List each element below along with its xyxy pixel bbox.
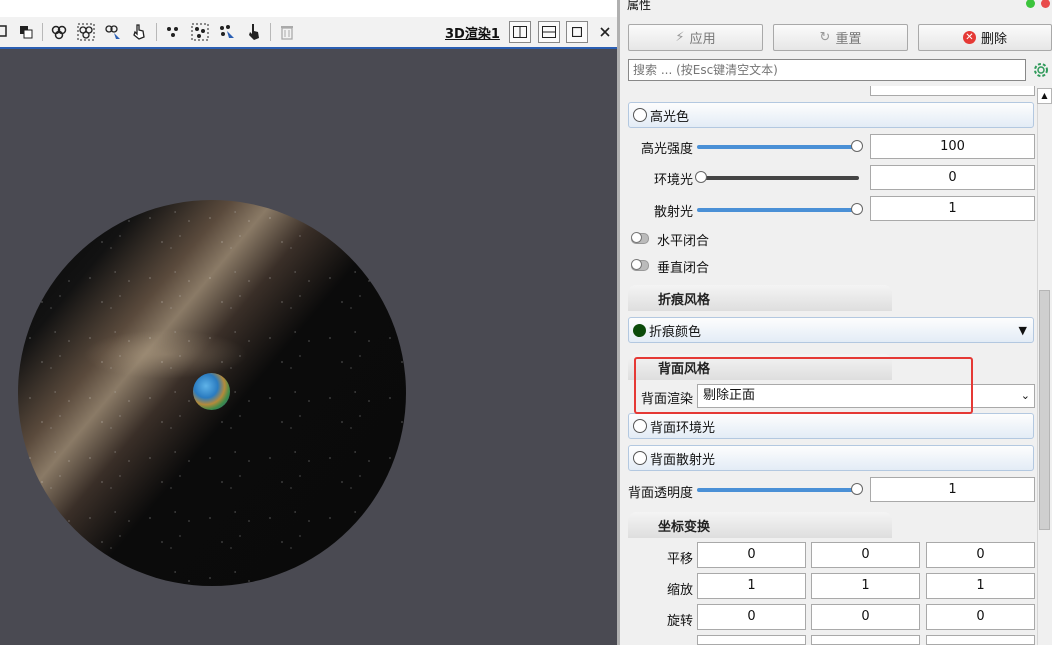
- radio-icon: [633, 451, 647, 465]
- scrollbar-thumb[interactable]: [1039, 290, 1050, 530]
- earth-globe: [193, 373, 230, 410]
- lightning-icon: ⚡: [675, 30, 685, 45]
- view-toolbar: 3D渲染1: [0, 17, 619, 49]
- reset-button[interactable]: ↻ 重置: [773, 24, 908, 51]
- back-opacity-field[interactable]: 1: [870, 477, 1035, 502]
- scale-y[interactable]: 1: [811, 573, 920, 599]
- rotate-label: 旋转: [666, 614, 693, 629]
- panel-title: 属性: [627, 0, 652, 12]
- h-closed-label: 水平闭合: [657, 234, 710, 249]
- scroll-up-icon[interactable]: ▲: [1037, 88, 1052, 104]
- select-points-icon[interactable]: [162, 21, 184, 43]
- rotate-z[interactable]: 0: [926, 604, 1035, 630]
- transform-header[interactable]: 坐标变换: [628, 512, 892, 538]
- diffuse-label: 散射光: [653, 205, 693, 220]
- slider-handle[interactable]: [851, 483, 863, 495]
- h-closed-toggle[interactable]: [631, 232, 649, 244]
- scale-x[interactable]: 1: [697, 573, 806, 599]
- translate-y[interactable]: 0: [811, 542, 920, 568]
- slider-handle[interactable]: [695, 171, 707, 183]
- copy-icon[interactable]: [15, 21, 37, 43]
- ambient-slider[interactable]: [695, 171, 859, 183]
- hover-cells-icon[interactable]: [128, 21, 150, 43]
- delete-button[interactable]: ✕ 删除: [918, 24, 1052, 51]
- back-ambient-button[interactable]: 背面环境光: [628, 413, 1034, 439]
- apply-button[interactable]: ⚡ 应用: [628, 24, 763, 51]
- clear-selection-icon[interactable]: [276, 21, 298, 43]
- hover-points-icon[interactable]: [243, 21, 265, 43]
- chevron-down-icon: ⌄: [1020, 389, 1030, 402]
- ambient-label: 环境光: [653, 173, 693, 188]
- search-input[interactable]: [628, 59, 1026, 81]
- translate-z[interactable]: 0: [926, 542, 1035, 568]
- back-opacity-slider[interactable]: [697, 483, 863, 495]
- clipped-cell: [926, 635, 1035, 645]
- v-closed-toggle[interactable]: [631, 259, 649, 271]
- select-points-frustum-icon[interactable]: [189, 21, 211, 43]
- rotate-y[interactable]: 0: [811, 604, 920, 630]
- specular-color-button[interactable]: 高光色: [628, 102, 1034, 128]
- split-horizontal-icon[interactable]: [509, 21, 531, 43]
- pan-icon[interactable]: [0, 21, 16, 43]
- render-view[interactable]: 3D渲染1: [0, 0, 619, 645]
- rotate-x[interactable]: 0: [697, 604, 806, 630]
- radio-icon: [633, 108, 647, 122]
- specular-strength-field[interactable]: 100: [870, 134, 1035, 159]
- crease-color-button[interactable]: 折痕颜色 ▼: [628, 317, 1034, 343]
- reset-icon: ↻: [819, 30, 831, 45]
- specular-strength-slider[interactable]: [697, 140, 863, 152]
- clipped-field: [870, 86, 1035, 96]
- view-title[interactable]: 3D渲染1: [445, 23, 500, 42]
- scale-z[interactable]: 1: [926, 573, 1035, 599]
- translate-x[interactable]: 0: [697, 542, 806, 568]
- select-cells-frustum-icon[interactable]: [75, 21, 97, 43]
- float-dot-icon[interactable]: [1026, 0, 1035, 8]
- color-swatch: [633, 323, 646, 337]
- v-closed-label: 垂直闭合: [657, 261, 710, 276]
- crease-style-header[interactable]: 折痕风格: [628, 285, 892, 311]
- back-diffuse-button[interactable]: 背面散射光: [628, 445, 1034, 471]
- scale-label: 缩放: [666, 583, 693, 598]
- select-cells-icon[interactable]: [48, 21, 70, 43]
- dropdown-arrow-icon: ▼: [1018, 324, 1027, 337]
- select-points-interactive-icon[interactable]: [216, 21, 238, 43]
- annotation-highlight-box: [634, 357, 973, 414]
- slider-handle[interactable]: [851, 140, 863, 152]
- ambient-field[interactable]: 0: [870, 165, 1035, 190]
- clipped-cell: [811, 635, 920, 645]
- close-dot-icon[interactable]: [1041, 0, 1050, 8]
- close-icon[interactable]: [594, 21, 616, 43]
- split-vertical-icon[interactable]: [538, 21, 560, 43]
- diffuse-slider[interactable]: [697, 203, 863, 215]
- radio-icon: [633, 419, 647, 433]
- select-cells-interactive-icon[interactable]: [102, 21, 124, 43]
- diffuse-field[interactable]: 1: [870, 196, 1035, 221]
- slider-handle[interactable]: [851, 203, 863, 215]
- top-strip: [0, 0, 619, 17]
- properties-panel: 属性 ⚡应用 ↻重置 ✕删除 ▲ 高光色 高光强度 100 环境光 0 散射光 …: [620, 0, 1052, 645]
- delete-icon: ✕: [962, 31, 976, 44]
- translate-label: 平移: [666, 552, 693, 567]
- clipped-cell: [697, 635, 806, 645]
- maximize-icon[interactable]: [566, 21, 588, 43]
- specular-strength-label: 高光强度: [640, 142, 693, 157]
- back-opacity-label: 背面透明度: [628, 486, 694, 501]
- gear-icon[interactable]: [1030, 59, 1052, 81]
